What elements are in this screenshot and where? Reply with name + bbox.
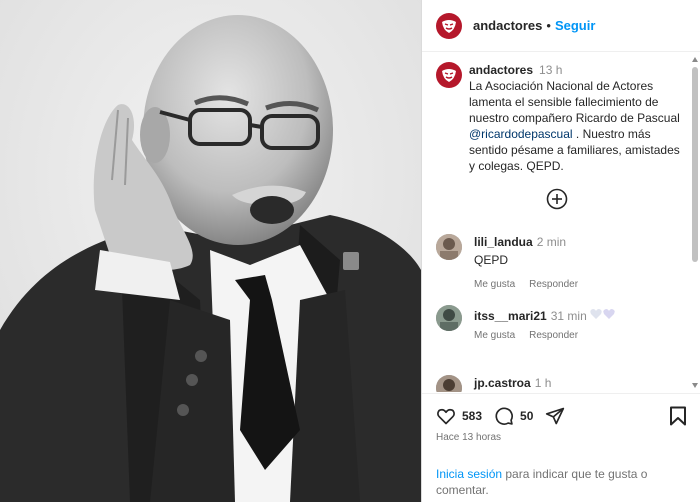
scroll-down-arrow-icon[interactable] [692, 383, 698, 388]
comment-text: QEPD [474, 253, 509, 267]
comment-reply-button[interactable]: Responder [529, 330, 578, 341]
follow-button[interactable]: Seguir [555, 18, 595, 33]
post-actions-bar: 583 50 Hace 13 horas Inicia sesión para … [422, 393, 700, 502]
comment-username[interactable]: lili_landua [474, 235, 533, 249]
commenter-avatar[interactable] [436, 305, 462, 331]
comment-icon[interactable] [494, 406, 514, 426]
account-avatar[interactable] [436, 12, 462, 39]
save-button[interactable] [669, 406, 687, 431]
comment-time: 2 min [536, 235, 567, 249]
caption-username[interactable]: andactores [469, 63, 533, 77]
commenter-avatar[interactable] [436, 234, 462, 260]
caption-avatar[interactable] [436, 62, 462, 88]
comment-item: jp.castroa 1 h [436, 375, 688, 392]
comment-emoji-hearts [590, 308, 616, 324]
commenter-avatar[interactable] [436, 375, 462, 392]
scrollbar-thumb[interactable] [692, 67, 698, 262]
login-prompt: Inicia sesión para indicar que te gusta … [436, 466, 686, 498]
comment-reply-button[interactable]: Responder [529, 279, 578, 290]
comment-username[interactable]: itss__mari21 [474, 309, 547, 323]
heart-icon[interactable] [436, 406, 456, 426]
account-username[interactable]: andactores [473, 18, 542, 33]
plus-circle-icon [546, 188, 568, 210]
scroll-up-arrow-icon[interactable] [692, 57, 698, 62]
bookmark-icon [670, 406, 686, 426]
post-header: andactores • Seguir [422, 0, 700, 52]
post-panel: andactores • Seguir andactores 13 h La As… [421, 0, 700, 502]
caption-text: La Asociación Nacional de Actores lament… [469, 79, 680, 125]
post-caption: andactores 13 h La Asociación Nacional de… [436, 62, 688, 174]
comment-like-button[interactable]: Me gusta [474, 330, 515, 341]
andactores-logo-icon [442, 19, 456, 33]
caption-mention-link[interactable]: @ricardodepascual [469, 127, 573, 141]
comment-like-button[interactable]: Me gusta [474, 279, 515, 290]
share-icon[interactable] [545, 406, 565, 426]
comment-item: itss__mari21 31 min Me gusta Responder [436, 305, 688, 344]
comments-count: 50 [520, 409, 534, 423]
header-separator: • [546, 18, 551, 33]
comment-time: 1 h [534, 376, 552, 390]
comment-item: lili_landua 2 min QEPD Me gusta Responder [436, 234, 688, 293]
comments-scroll-area[interactable]: andactores 13 h La Asociación Nacional de… [422, 53, 700, 392]
post-timestamp: Hace 13 horas [436, 432, 502, 443]
caption-time: 13 h [539, 63, 563, 77]
comment-time: 31 min [550, 309, 587, 323]
likes-count: 583 [462, 409, 483, 423]
load-more-comments-button[interactable] [546, 188, 568, 210]
andactores-logo-icon [442, 69, 456, 82]
post-photo [0, 0, 421, 502]
comments-scrollbar[interactable] [690, 53, 700, 392]
comment-username[interactable]: jp.castroa [474, 376, 531, 390]
login-link[interactable]: Inicia sesión [436, 467, 502, 481]
